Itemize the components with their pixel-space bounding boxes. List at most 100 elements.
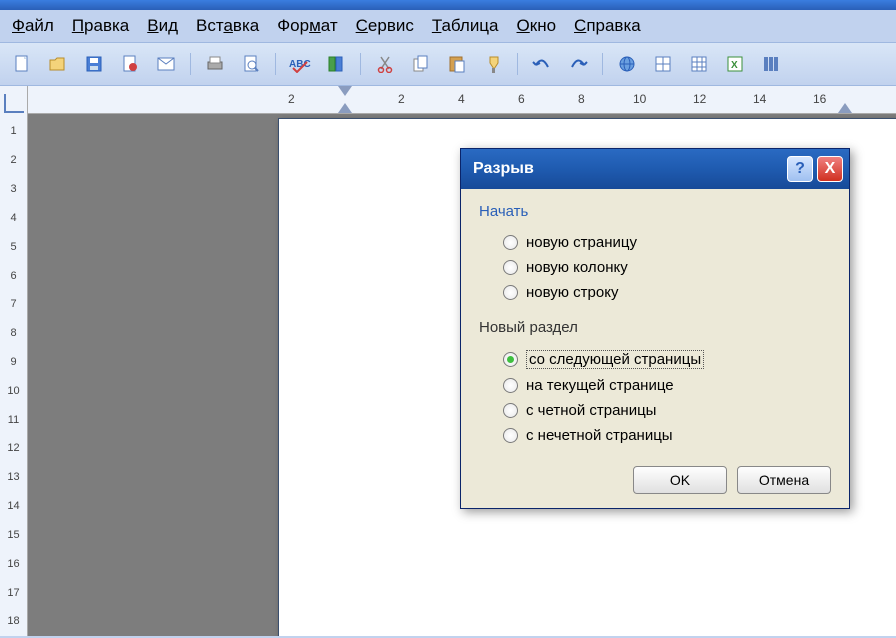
- vertical-ruler: 1 2 3 4 5 6 7 8 9 10 11 12 13 14 15 16 1…: [0, 86, 28, 636]
- ruler-tick: 5: [10, 232, 16, 261]
- group-section-label: Новый раздел: [479, 319, 831, 336]
- ruler-tick: 2: [398, 92, 405, 106]
- radio-next-page[interactable]: со следующей страницы: [479, 346, 831, 373]
- hyperlink-icon[interactable]: [613, 50, 641, 78]
- ruler-tick: 9: [10, 348, 16, 377]
- spellcheck-icon[interactable]: ABC: [286, 50, 314, 78]
- menu-service[interactable]: Сервис: [356, 16, 414, 36]
- ruler-tick: 18: [7, 607, 19, 636]
- ruler-tick: 6: [10, 261, 16, 290]
- horizontal-ruler: 2 2 4 6 8 10 12 14 16: [28, 86, 896, 114]
- radio-icon: [503, 403, 518, 418]
- ruler-tick: 10: [7, 376, 19, 405]
- ruler-tick: 7: [10, 290, 16, 319]
- radio-label: новую колонку: [526, 259, 628, 276]
- ruler-tick: 10: [633, 92, 646, 106]
- menu-help[interactable]: Справка: [574, 16, 641, 36]
- radio-label: на текущей странице: [526, 377, 674, 394]
- copy-icon[interactable]: [407, 50, 435, 78]
- ruler-tick: 17: [7, 578, 19, 607]
- app-titlebar: [0, 0, 896, 10]
- help-button[interactable]: ?: [787, 156, 813, 182]
- radio-label: с четной страницы: [526, 402, 656, 419]
- close-button[interactable]: X: [817, 156, 843, 182]
- cut-icon[interactable]: [371, 50, 399, 78]
- ruler-tick: 2: [10, 146, 16, 175]
- menu-edit[interactable]: Правка: [72, 16, 129, 36]
- radio-icon: [503, 378, 518, 393]
- insert-excel-icon[interactable]: X: [721, 50, 749, 78]
- radio-label: новую строку: [526, 284, 618, 301]
- ruler-tick: 6: [518, 92, 525, 106]
- ruler-tick: 14: [7, 492, 19, 521]
- ruler-tick: 15: [7, 521, 19, 550]
- break-dialog: Разрыв ? X Начать новую страницу новую к…: [460, 148, 850, 509]
- ruler-tick: 11: [8, 405, 19, 434]
- format-painter-icon[interactable]: [479, 50, 507, 78]
- columns-icon[interactable]: [757, 50, 785, 78]
- tab-align-selector[interactable]: [4, 94, 24, 113]
- toolbar-separator: [517, 53, 518, 75]
- radio-current-page[interactable]: на текущей странице: [479, 373, 831, 398]
- dialog-title: Разрыв: [473, 160, 534, 178]
- ruler-tick: 16: [7, 549, 19, 578]
- ruler-tick: 14: [753, 92, 766, 106]
- menu-window[interactable]: Окно: [517, 16, 557, 36]
- toolbar-separator: [275, 53, 276, 75]
- tables-border-icon[interactable]: [649, 50, 677, 78]
- research-icon[interactable]: [322, 50, 350, 78]
- menu-view[interactable]: Вид: [147, 16, 178, 36]
- cancel-button[interactable]: Отмена: [737, 466, 831, 494]
- radio-icon: [503, 428, 518, 443]
- ruler-tick: 4: [10, 203, 16, 232]
- right-indent-marker[interactable]: [838, 103, 852, 113]
- mail-icon[interactable]: [152, 50, 180, 78]
- radio-icon: [503, 352, 518, 367]
- ruler-tick: 8: [578, 92, 585, 106]
- dialog-titlebar[interactable]: Разрыв ? X: [461, 149, 849, 189]
- ruler-tick: 4: [458, 92, 465, 106]
- ruler-tick: 2: [288, 92, 295, 106]
- ruler-tick: 16: [813, 92, 826, 106]
- ok-button[interactable]: OK: [633, 466, 727, 494]
- radio-icon: [503, 235, 518, 250]
- ruler-tick: 12: [7, 434, 19, 463]
- radio-label: со следующей страницы: [526, 350, 704, 369]
- undo-icon[interactable]: [528, 50, 556, 78]
- group-start-label: Начать: [479, 203, 831, 220]
- radio-odd-page[interactable]: с нечетной страницы: [479, 423, 831, 448]
- new-doc-icon[interactable]: [8, 50, 36, 78]
- menu-table[interactable]: Таблица: [432, 16, 499, 36]
- save-icon[interactable]: [80, 50, 108, 78]
- ruler-tick: 8: [10, 319, 16, 348]
- ruler-tick: 1: [10, 117, 16, 146]
- ruler-tick: 3: [10, 175, 16, 204]
- ruler-tick: 13: [7, 463, 19, 492]
- menu-format[interactable]: Формат: [277, 16, 337, 36]
- left-indent-marker[interactable]: [338, 103, 352, 113]
- radio-icon: [503, 285, 518, 300]
- print-icon[interactable]: [201, 50, 229, 78]
- redo-icon[interactable]: [564, 50, 592, 78]
- open-icon[interactable]: [44, 50, 72, 78]
- menu-file[interactable]: Файл: [12, 16, 54, 36]
- radio-new-page[interactable]: новую страницу: [479, 230, 831, 255]
- radio-icon: [503, 260, 518, 275]
- radio-label: новую страницу: [526, 234, 637, 251]
- radio-new-column[interactable]: новую колонку: [479, 255, 831, 280]
- svg-text:X: X: [731, 60, 738, 71]
- toolbar-separator: [602, 53, 603, 75]
- menubar: Файл Правка Вид Вставка Формат Сервис Та…: [0, 10, 896, 42]
- paste-icon[interactable]: [443, 50, 471, 78]
- radio-even-page[interactable]: с четной страницы: [479, 398, 831, 423]
- toolbar-separator: [190, 53, 191, 75]
- first-line-indent-marker[interactable]: [338, 86, 352, 96]
- insert-table-icon[interactable]: [685, 50, 713, 78]
- preview-icon[interactable]: [237, 50, 265, 78]
- toolbar-separator: [360, 53, 361, 75]
- radio-label: с нечетной страницы: [526, 427, 673, 444]
- ruler-tick: 12: [693, 92, 706, 106]
- menu-insert[interactable]: Вставка: [196, 16, 259, 36]
- permissions-icon[interactable]: [116, 50, 144, 78]
- radio-new-line[interactable]: новую строку: [479, 280, 831, 305]
